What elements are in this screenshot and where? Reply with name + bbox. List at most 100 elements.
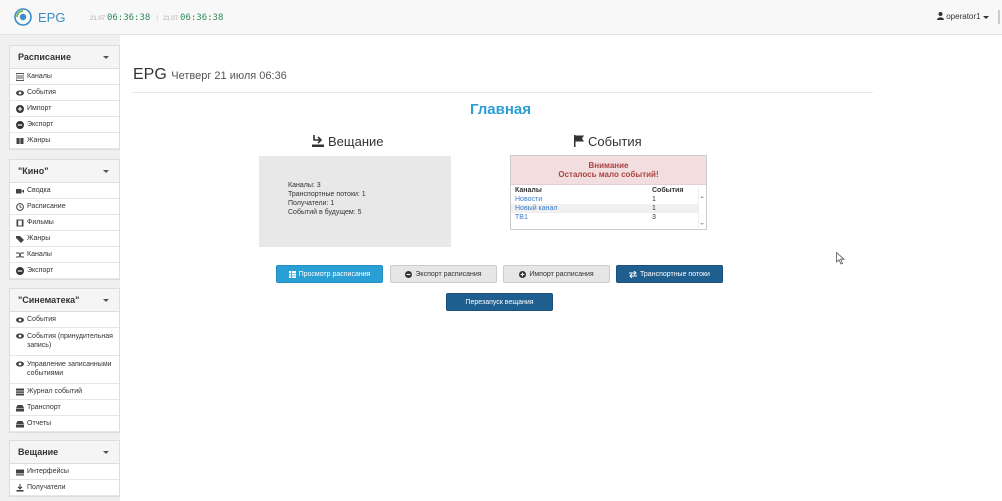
panel-title: Расписание — [18, 52, 71, 62]
table-row: Новый канал 1 — [511, 204, 699, 213]
sidebar-item-export[interactable]: Экспорт — [10, 117, 119, 133]
import-schedule-button[interactable]: Импорт расписания — [503, 265, 610, 283]
sidebar-item-event-log[interactable]: Журнал событий — [10, 384, 119, 400]
sidebar-item-label: Управление записанными событиями — [27, 361, 112, 377]
sidebar-item-genres[interactable]: Жанры — [10, 133, 119, 149]
sidebar-item-label: События — [27, 316, 56, 323]
clock-time-2: 06:36:38 — [180, 13, 224, 23]
tags-icon — [16, 235, 24, 243]
epg-logo-icon[interactable] — [14, 8, 32, 26]
export-schedule-button[interactable]: Экспорт расписания — [390, 265, 497, 283]
caret-down-icon — [103, 56, 109, 59]
mouse-pointer-icon — [836, 252, 845, 265]
flag-icon — [574, 135, 584, 147]
sidebar-item-reports[interactable]: Отчеты — [10, 416, 119, 432]
hdd-icon — [16, 420, 24, 427]
page-title: EPG Четверг 21 июля 06:36 — [133, 66, 287, 84]
channel-link[interactable]: ТВ1 — [511, 213, 648, 222]
sidebar-panel-broadcast: Вещание Интерфейсы Получатели — [9, 440, 120, 497]
sidebar-item-label: Транспорт — [27, 404, 61, 411]
caret-down-icon — [103, 451, 109, 454]
button-label: Просмотр расписания — [298, 270, 371, 278]
panel-header-kino[interactable]: "Кино" — [10, 160, 119, 183]
sidebar-item-channels[interactable]: Каналы — [10, 247, 119, 263]
brand-link[interactable]: EPG — [38, 10, 65, 25]
download-icon — [312, 135, 324, 147]
channel-link[interactable]: Новости — [511, 195, 648, 204]
channel-link[interactable]: Новый канал — [511, 204, 648, 213]
sidebar-panel-kino: "Кино" Сводка Расписание Фильмы Жанры Ка… — [9, 159, 120, 280]
panel-header-broadcast[interactable]: Вещание — [10, 441, 119, 464]
clock-time-1: 06:36:38 — [106, 13, 151, 23]
plus-circle-icon — [519, 270, 527, 278]
sidebar-item-label: Интерфейсы — [27, 468, 69, 475]
eye-icon — [16, 316, 24, 323]
panel-header-schedule[interactable]: Расписание — [10, 46, 119, 69]
sidebar-item-forced-recording[interactable]: События (принудительная запись) — [10, 328, 119, 356]
panel-title: "Кино" — [18, 166, 49, 176]
sidebar-item-recorded-management[interactable]: Управление записанными событиями — [10, 356, 119, 384]
panel-title: "Синематека" — [18, 295, 80, 305]
col-channels-header: Каналы — [515, 186, 542, 194]
stat-receivers: Получатели: 1 — [288, 200, 335, 207]
sidebar-item-events[interactable]: События — [10, 85, 119, 101]
panel-header-cinematheque[interactable]: "Синематека" — [10, 289, 119, 312]
sidebar-item-genres[interactable]: Жанры — [10, 231, 119, 247]
sidebar-item-label: Сводка — [27, 187, 51, 194]
transport-streams-button[interactable]: Транспортные потоки — [616, 265, 723, 283]
eye-icon — [16, 89, 24, 96]
sidebar-item-films[interactable]: Фильмы — [10, 215, 119, 231]
user-menu[interactable]: operator1 — [937, 12, 989, 21]
caret-down-icon — [103, 170, 109, 173]
button-label: Экспорт расписания — [415, 270, 482, 278]
list-icon — [16, 72, 24, 81]
scroll-up-icon[interactable] — [700, 196, 704, 198]
user-icon — [937, 12, 944, 20]
table-scrollbar[interactable] — [698, 187, 705, 228]
button-label: Транспортные потоки — [640, 270, 710, 278]
event-count: 1 — [648, 204, 699, 213]
sidebar-item-interfaces[interactable]: Интерфейсы — [10, 464, 119, 480]
transfer-icon — [629, 270, 638, 278]
table-row: Новости 1 — [511, 195, 699, 204]
interface-icon — [16, 469, 24, 475]
sidebar-panel-schedule: Расписание Каналы События Импорт Экспорт… — [9, 45, 120, 150]
events-heading: События — [574, 134, 642, 149]
scroll-down-icon[interactable] — [700, 223, 704, 225]
sidebar-item-label: События — [27, 89, 56, 96]
view-schedule-button[interactable]: Просмотр расписания — [276, 265, 383, 283]
list-icon — [16, 388, 24, 395]
sidebar-item-export[interactable]: Экспорт — [10, 263, 119, 279]
event-count: 3 — [652, 214, 656, 221]
sidebar-item-label: Расписание — [27, 203, 66, 210]
clock-date-2: 21.07 — [163, 16, 179, 22]
eye-icon — [16, 333, 24, 339]
col-events-header: События — [652, 186, 684, 194]
download-icon — [16, 483, 24, 492]
broadcast-heading-text: Вещание — [328, 134, 384, 149]
sidebar-item-label: События (принудительная запись) — [27, 333, 113, 349]
book-icon — [16, 137, 24, 144]
sidebar-item-transport[interactable]: Транспорт — [10, 400, 119, 416]
alert-title: Внимание — [588, 161, 629, 170]
sidebar-item-schedule[interactable]: Расписание — [10, 199, 119, 215]
clock-icon — [16, 202, 24, 211]
sidebar-item-channels[interactable]: Каналы — [10, 69, 119, 85]
video-camera-icon — [16, 188, 24, 193]
sidebar-item-events[interactable]: События — [10, 312, 119, 328]
eye-icon — [16, 361, 24, 367]
sidebar-item-import[interactable]: Импорт — [10, 101, 119, 117]
table-row: ТВ1 3 — [511, 213, 699, 222]
hdd-icon — [16, 404, 24, 411]
low-events-alert: Внимание Осталось мало событий! — [511, 156, 706, 185]
sidebar: Расписание Каналы События Импорт Экспорт… — [0, 35, 120, 501]
restart-broadcast-button[interactable]: Перезапуск вещания — [446, 293, 553, 311]
sidebar-item-label: Жанры — [27, 137, 51, 144]
film-icon — [16, 219, 24, 226]
clock-date-1: 21.07 — [90, 16, 106, 22]
title-divider — [133, 92, 873, 93]
sidebar-item-receivers[interactable]: Получатели — [10, 480, 119, 496]
sidebar-item-summary[interactable]: Сводка — [10, 183, 119, 199]
table-header-row: Каналы События — [511, 185, 699, 195]
sidebar-item-label: Экспорт — [27, 121, 54, 128]
